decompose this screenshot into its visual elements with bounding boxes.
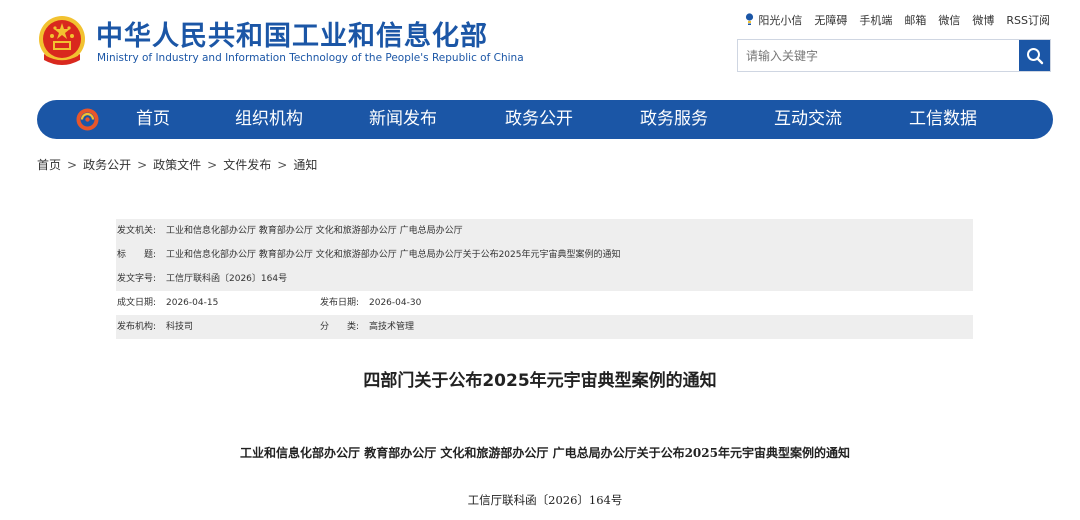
breadcrumb-document-release[interactable]: 文件发布 bbox=[223, 158, 271, 172]
meta-row-dates: 成文日期: 2026-04-15 发布日期: 2026-04-30 bbox=[116, 291, 973, 315]
meta-label: 发文字号: bbox=[117, 274, 157, 284]
site-header: 中华人民共和国工业和信息化部 Ministry of Industry and … bbox=[0, 0, 1080, 95]
top-link-accessibility[interactable]: 无障碍 bbox=[814, 12, 847, 28]
top-links: 阳光小信 无障碍 手机端 邮箱 微信 微博 RSS订阅 bbox=[745, 12, 1050, 28]
site-subtitle: Ministry of Industry and Information Tec… bbox=[97, 52, 524, 64]
search-input[interactable] bbox=[738, 40, 1020, 71]
nav-item-organization[interactable]: 组织机构 bbox=[235, 100, 303, 139]
article-docno: 工信厅联科函〔2026〕164号 bbox=[467, 493, 623, 507]
nav-item-data[interactable]: 工信数据 bbox=[909, 100, 977, 139]
search-button[interactable] bbox=[1019, 40, 1050, 71]
meta-docno: 工信厅联科函〔2026〕164号 bbox=[166, 274, 288, 284]
meta-category: 高技术管理 bbox=[369, 322, 415, 332]
meta-issuer: 工业和信息化部办公厅 教育部办公厅 文化和旅游部办公厅 广电总局办公厅 bbox=[166, 226, 463, 236]
meta-label: 成文日期: bbox=[117, 298, 157, 308]
meta-label: 标 题: bbox=[117, 250, 157, 260]
nav-item-news[interactable]: 新闻发布 bbox=[369, 100, 437, 139]
breadcrumb-notice[interactable]: 通知 bbox=[293, 158, 317, 172]
meta-label: 发布日期: bbox=[320, 298, 360, 308]
lightbulb-icon bbox=[746, 13, 754, 25]
breadcrumb-policy-documents[interactable]: 政策文件 bbox=[153, 158, 201, 172]
nav-item-government-services[interactable]: 政务服务 bbox=[640, 100, 708, 139]
breadcrumb: 首页 > 政务公开 > 政策文件 > 文件发布 > 通知 bbox=[37, 156, 317, 173]
meta-title: 工业和信息化部办公厅 教育部办公厅 文化和旅游部办公厅 广电总局办公厅关于公布2… bbox=[166, 250, 621, 260]
top-link-wechat[interactable]: 微信 bbox=[938, 12, 960, 28]
meta-created-date: 2026-04-15 bbox=[166, 298, 219, 308]
document-metadata: 发文机关: 工业和信息化部办公厅 教育部办公厅 文化和旅游部办公厅 广电总局办公… bbox=[116, 219, 973, 339]
meta-published-date: 2026-04-30 bbox=[369, 298, 422, 308]
top-link-sunshine[interactable]: 阳光小信 bbox=[745, 12, 802, 28]
article-title: 四部门关于公布2025年元宇宙典型案例的通知 bbox=[363, 371, 717, 391]
breadcrumb-home[interactable]: 首页 bbox=[37, 158, 61, 172]
meta-label: 发文机关: bbox=[117, 226, 157, 236]
nav-item-interaction[interactable]: 互动交流 bbox=[774, 100, 842, 139]
top-link-rss[interactable]: RSS订阅 bbox=[1006, 12, 1050, 28]
meta-org: 科技司 bbox=[166, 322, 194, 332]
site-title[interactable]: 中华人民共和国工业和信息化部 bbox=[96, 14, 488, 53]
meta-row-docno: 发文字号: 工信厅联科函〔2026〕164号 bbox=[116, 267, 973, 291]
breadcrumb-government-affairs[interactable]: 政务公开 bbox=[83, 158, 131, 172]
breadcrumb-separator: > bbox=[277, 158, 288, 172]
national-emblem-icon[interactable] bbox=[36, 14, 88, 68]
nav-item-government-affairs[interactable]: 政务公开 bbox=[505, 100, 573, 139]
nav-item-home[interactable]: 首页 bbox=[136, 100, 170, 139]
miit-logo-icon[interactable] bbox=[75, 107, 100, 132]
top-link-label: 阳光小信 bbox=[758, 14, 803, 27]
article-subtitle: 工业和信息化部办公厅 教育部办公厅 文化和旅游部办公厅 广电总局办公厅关于公布2… bbox=[240, 446, 850, 460]
meta-label: 发布机构: bbox=[117, 322, 157, 332]
meta-row-issuer: 发文机关: 工业和信息化部办公厅 教育部办公厅 文化和旅游部办公厅 广电总局办公… bbox=[116, 219, 973, 243]
top-link-weibo[interactable]: 微博 bbox=[972, 12, 994, 28]
meta-row-title: 标 题: 工业和信息化部办公厅 教育部办公厅 文化和旅游部办公厅 广电总局办公厅… bbox=[116, 243, 973, 267]
meta-label: 分 类: bbox=[320, 322, 360, 332]
breadcrumb-separator: > bbox=[67, 158, 78, 172]
search-icon bbox=[1026, 47, 1043, 64]
meta-row-org: 发布机构: 科技司 分 类: 高技术管理 bbox=[116, 315, 973, 339]
top-link-mobile[interactable]: 手机端 bbox=[859, 12, 892, 28]
breadcrumb-separator: > bbox=[137, 158, 148, 172]
breadcrumb-separator: > bbox=[207, 158, 218, 172]
main-nav: 首页 组织机构 新闻发布 政务公开 政务服务 互动交流 工信数据 bbox=[37, 100, 1053, 139]
top-link-mail[interactable]: 邮箱 bbox=[904, 12, 926, 28]
search-box bbox=[737, 39, 1051, 72]
